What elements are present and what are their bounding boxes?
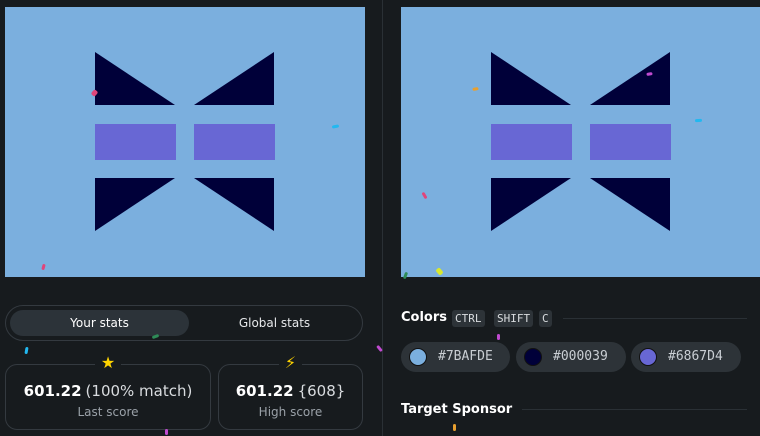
output-canvas[interactable] <box>5 7 365 277</box>
color-hex: #7BAFDE <box>438 349 493 364</box>
confetti-piece <box>694 118 703 123</box>
target-triangle-bottom-left <box>491 178 571 231</box>
shape-triangle-bottom-right <box>194 178 274 231</box>
target-triangle-top-left <box>491 52 571 105</box>
shape-bar-right <box>194 124 275 160</box>
panel-divider <box>382 0 383 436</box>
color-dot-icon <box>524 348 542 366</box>
color-hex: #6867D4 <box>668 349 723 364</box>
high-score-value-row: 601.22 {608} <box>219 382 362 400</box>
color-hex: #000039 <box>553 349 608 364</box>
shape-triangle-bottom-left <box>95 178 175 231</box>
target-canvas <box>401 7 760 277</box>
high-score-card: ⚡ 601.22 {608} High score <box>218 353 363 430</box>
target-sponsor-title: Target Sponsor <box>401 402 513 417</box>
confetti-piece <box>165 429 168 435</box>
last-score-card: ★ 601.22 (100% match) Last score <box>5 353 211 430</box>
confetti-piece <box>497 334 500 340</box>
high-score-target: {608} <box>297 382 346 400</box>
target-bar-right <box>590 124 671 160</box>
tab-global-stats[interactable]: Global stats <box>189 310 360 336</box>
tab-your-stats[interactable]: Your stats <box>10 310 189 336</box>
last-score-match: (100% match) <box>85 382 193 400</box>
target-drawing <box>491 52 671 231</box>
color-dot-icon <box>409 348 427 366</box>
shortcut-key-ctrl: CTRL <box>452 310 485 327</box>
shortcut-key-shift: SHIFT <box>494 310 534 327</box>
output-drawing <box>95 52 275 231</box>
last-score-value-row: 601.22 (100% match) <box>6 382 210 400</box>
last-score-label: Last score <box>77 405 139 419</box>
colors-title: Colors <box>401 310 448 325</box>
confetti-piece <box>453 424 456 431</box>
color-swatch-light-blue[interactable]: #7BAFDE <box>401 342 510 372</box>
stats-toggle: Your stats Global stats <box>5 305 363 341</box>
color-dot-icon <box>639 348 657 366</box>
shortcut-key-c: C <box>539 310 552 327</box>
high-score-value: 601.22 <box>235 382 294 400</box>
shape-bar-left <box>95 124 176 160</box>
lightning-icon: ⚡ <box>278 353 303 372</box>
shape-triangle-top-right <box>194 52 274 105</box>
color-swatch-navy[interactable]: #000039 <box>516 342 626 372</box>
target-triangle-top-right <box>590 52 670 105</box>
color-swatch-purple[interactable]: #6867D4 <box>631 342 741 372</box>
star-icon: ★ <box>94 353 122 372</box>
colors-divider <box>563 318 747 319</box>
last-score-value: 601.22 <box>23 382 82 400</box>
high-score-label: High score <box>258 405 323 419</box>
shape-triangle-top-left <box>95 52 175 105</box>
sponsor-divider <box>522 409 747 410</box>
target-triangle-bottom-right <box>590 178 670 231</box>
target-bar-left <box>491 124 572 160</box>
